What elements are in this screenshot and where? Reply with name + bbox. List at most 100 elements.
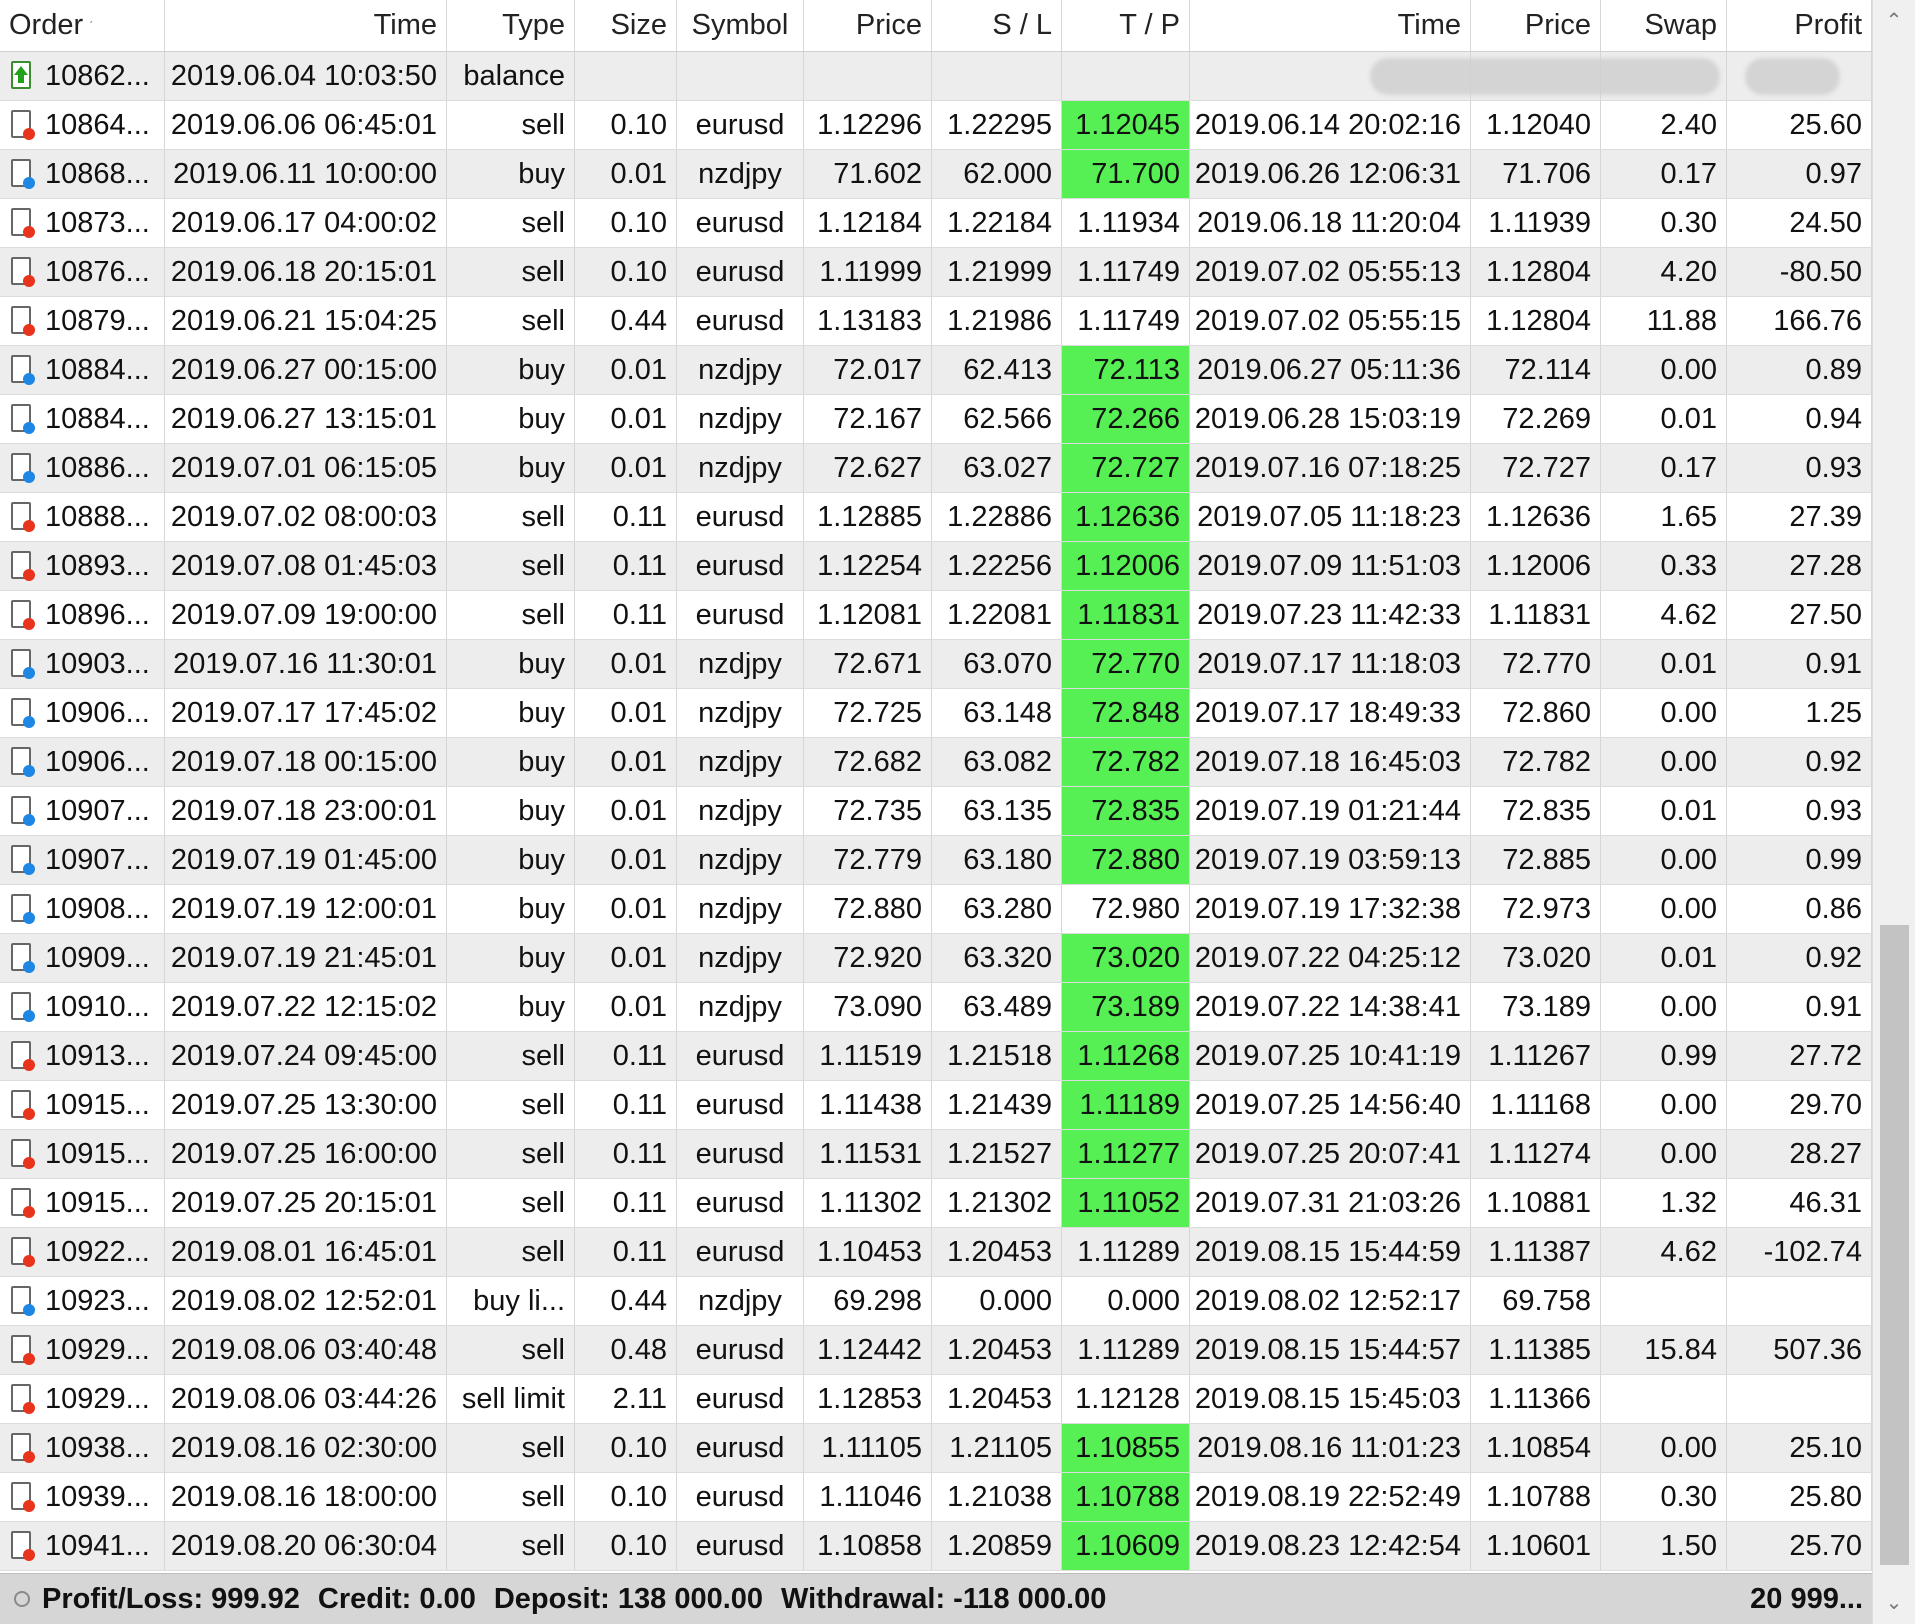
column-header-time[interactable]: Time bbox=[165, 0, 447, 51]
table-row[interactable]: 10929... 2019.08.06 03:44:26 sell limit 2.1… bbox=[0, 1375, 1872, 1424]
vertical-scrollbar[interactable]: ⌃ ⌄ bbox=[1872, 0, 1915, 1624]
cell-text: 1.22081 bbox=[947, 598, 1052, 631]
cell-type: sell bbox=[447, 1130, 575, 1178]
sell-order-icon bbox=[9, 1383, 37, 1415]
table-row[interactable]: 10884... 2019.06.27 00:15:00 buy 0.01 nzdjpy… bbox=[0, 346, 1872, 395]
cell-text: 4.62 bbox=[1660, 598, 1717, 631]
chevron-up-icon[interactable]: ⌃ bbox=[1885, 11, 1903, 31]
cell-price: 1.11519 bbox=[804, 1032, 932, 1080]
cell-text: 2019.06.04 10:03:50 bbox=[170, 59, 437, 92]
table-row[interactable]: 10929... 2019.08.06 03:40:48 sell 0.48 eurus… bbox=[0, 1326, 1872, 1375]
column-header-tp[interactable]: T / P bbox=[1062, 0, 1190, 51]
cell-order: 10864... bbox=[0, 101, 165, 149]
buy-order-icon bbox=[9, 893, 37, 925]
sell-order-icon bbox=[9, 109, 37, 141]
column-header-order[interactable]: Order ˊ bbox=[0, 0, 165, 51]
cell-text: balance bbox=[463, 59, 565, 92]
column-header-price[interactable]: Price bbox=[804, 0, 932, 51]
table-row[interactable]: 10886... 2019.07.01 06:15:05 buy 0.01 nzdjpy… bbox=[0, 444, 1872, 493]
cell-text: 4.62 bbox=[1660, 1235, 1717, 1268]
table-row[interactable]: 10915... 2019.07.25 13:30:00 sell 0.11 eurus… bbox=[0, 1081, 1872, 1130]
table-row[interactable]: 10876... 2019.06.18 20:15:01 sell 0.10 eurus… bbox=[0, 248, 1872, 297]
cell-text: 10879... bbox=[45, 304, 150, 337]
table-row[interactable]: 10906... 2019.07.17 17:45:02 buy 0.01 nzdjpy… bbox=[0, 689, 1872, 738]
cell-text: 73.189 bbox=[1091, 990, 1180, 1023]
table-row[interactable]: 10868... 2019.06.11 10:00:00 buy 0.01 nzdjpy… bbox=[0, 150, 1872, 199]
table-row[interactable]: 10941... 2019.08.20 06:30:04 sell 0.10 eurus… bbox=[0, 1522, 1872, 1571]
cell-tp bbox=[1062, 52, 1190, 100]
table-row[interactable]: 10913... 2019.07.24 09:45:00 sell 0.11 eurus… bbox=[0, 1032, 1872, 1081]
cell-text: sell bbox=[521, 1480, 565, 1513]
chevron-down-icon[interactable]: ⌄ bbox=[1885, 1593, 1903, 1613]
table-row[interactable]: 10907... 2019.07.19 01:45:00 buy 0.01 nzdjpy… bbox=[0, 836, 1872, 885]
cell-profit: 25.60 bbox=[1727, 101, 1872, 149]
buy-order-icon bbox=[9, 795, 37, 827]
cell-time: 2019.07.19 01:45:00 bbox=[165, 836, 447, 884]
table-row[interactable]: 10893... 2019.07.08 01:45:03 sell 0.11 eurus… bbox=[0, 542, 1872, 591]
cell-tp: 72.113 bbox=[1062, 346, 1190, 394]
cell-symbol: eurusd bbox=[677, 1032, 804, 1080]
scrollbar-thumb[interactable] bbox=[1880, 925, 1909, 1565]
cell-order: 10873... bbox=[0, 199, 165, 247]
cell-text: 2019.07.17 18:49:33 bbox=[1194, 696, 1461, 729]
table-row[interactable]: 10922... 2019.08.01 16:45:01 sell 0.11 eurus… bbox=[0, 1228, 1872, 1277]
column-header-size[interactable]: Size bbox=[575, 0, 677, 51]
cell-symbol: nzdjpy bbox=[677, 346, 804, 394]
cell-text: 72.860 bbox=[1502, 696, 1591, 729]
table-row[interactable]: 10907... 2019.07.18 23:00:01 buy 0.01 nzdjpy… bbox=[0, 787, 1872, 836]
cell-text: 1.12804 bbox=[1486, 304, 1591, 337]
cell-text: 1.11749 bbox=[1077, 255, 1180, 288]
column-header-close-price[interactable]: Price bbox=[1471, 0, 1601, 51]
cell-price: 1.13183 bbox=[804, 297, 932, 345]
cell-close-time: 2019.07.02 05:55:13 bbox=[1190, 248, 1471, 296]
table-row[interactable]: 10939... 2019.08.16 18:00:00 sell 0.10 eurus… bbox=[0, 1473, 1872, 1522]
cell-close-price: 73.020 bbox=[1471, 934, 1601, 982]
cell-swap bbox=[1601, 1277, 1727, 1325]
cell-text: 72.727 bbox=[1502, 451, 1591, 484]
cell-text: eurusd bbox=[695, 500, 785, 533]
column-header-symbol[interactable]: Symbol bbox=[677, 0, 804, 51]
table-row[interactable]: 10873... 2019.06.17 04:00:02 sell 0.10 eurus… bbox=[0, 199, 1872, 248]
table-row[interactable]: 10888... 2019.07.02 08:00:03 sell 0.11 eurus… bbox=[0, 493, 1872, 542]
column-header-profit[interactable]: Profit bbox=[1727, 0, 1872, 51]
cell-text: 72.920 bbox=[833, 941, 922, 974]
cell-type: sell bbox=[447, 199, 575, 247]
column-header-sl[interactable]: S / L bbox=[932, 0, 1062, 51]
column-header-label: Price bbox=[855, 9, 922, 41]
table-row[interactable]: 10864... 2019.06.06 06:45:01 sell 0.10 eurus… bbox=[0, 101, 1872, 150]
cell-text: 2019.08.16 02:30:00 bbox=[170, 1431, 437, 1464]
total-balance: 20 999... bbox=[1750, 1582, 1863, 1615]
table-row[interactable]: 10908... 2019.07.19 12:00:01 buy 0.01 nzdjpy… bbox=[0, 885, 1872, 934]
cell-text: 10915... bbox=[45, 1088, 150, 1121]
buy-order-icon bbox=[9, 1285, 37, 1317]
table-row[interactable]: 10910... 2019.07.22 12:15:02 buy 0.01 nzdjpy… bbox=[0, 983, 1872, 1032]
table-row[interactable]: 10909... 2019.07.19 21:45:01 buy 0.01 nzdjpy… bbox=[0, 934, 1872, 983]
column-header-swap[interactable]: Swap bbox=[1601, 0, 1727, 51]
cell-text: 1.11046 bbox=[819, 1480, 922, 1513]
cell-size: 0.10 bbox=[575, 1522, 677, 1570]
sell-order-icon bbox=[9, 550, 37, 582]
table-row[interactable]: 10884... 2019.06.27 13:15:01 buy 0.01 nzdjpy… bbox=[0, 395, 1872, 444]
table-row[interactable]: 10896... 2019.07.09 19:00:00 sell 0.11 eurus… bbox=[0, 591, 1872, 640]
cell-text: 0.01 bbox=[1660, 941, 1717, 974]
table-row[interactable]: 10938... 2019.08.16 02:30:00 sell 0.10 eurus… bbox=[0, 1424, 1872, 1473]
cell-price: 72.671 bbox=[804, 640, 932, 688]
cell-symbol: eurusd bbox=[677, 1081, 804, 1129]
column-header-type[interactable]: Type bbox=[447, 0, 575, 51]
table-row[interactable]: 10915... 2019.07.25 20:15:01 sell 0.11 eurus… bbox=[0, 1179, 1872, 1228]
cell-text: buy bbox=[518, 451, 565, 484]
cell-text: 1.21302 bbox=[947, 1186, 1052, 1219]
table-row[interactable]: 10915... 2019.07.25 16:00:00 sell 0.11 eurus… bbox=[0, 1130, 1872, 1179]
balance-row[interactable]: 10862... 2019.06.04 10:03:50 balance bbox=[0, 52, 1872, 101]
buy-order-icon bbox=[9, 354, 37, 386]
cell-tp: 1.11831 bbox=[1062, 591, 1190, 639]
table-row[interactable]: 10879... 2019.06.21 15:04:25 sell 0.44 eurus… bbox=[0, 297, 1872, 346]
table-row[interactable]: 10906... 2019.07.18 00:15:00 buy 0.01 nzdjpy… bbox=[0, 738, 1872, 787]
cell-size: 0.10 bbox=[575, 1424, 677, 1472]
column-header-close-time[interactable]: Time bbox=[1190, 0, 1471, 51]
cell-text: 1.11289 bbox=[1077, 1235, 1180, 1268]
table-row[interactable]: 10923... 2019.08.02 12:52:01 buy li... 0.44… bbox=[0, 1277, 1872, 1326]
cell-price: 1.10453 bbox=[804, 1228, 932, 1276]
cell-text: sell bbox=[521, 1431, 565, 1464]
table-row[interactable]: 10903... 2019.07.16 11:30:01 buy 0.01 nzdjpy… bbox=[0, 640, 1872, 689]
